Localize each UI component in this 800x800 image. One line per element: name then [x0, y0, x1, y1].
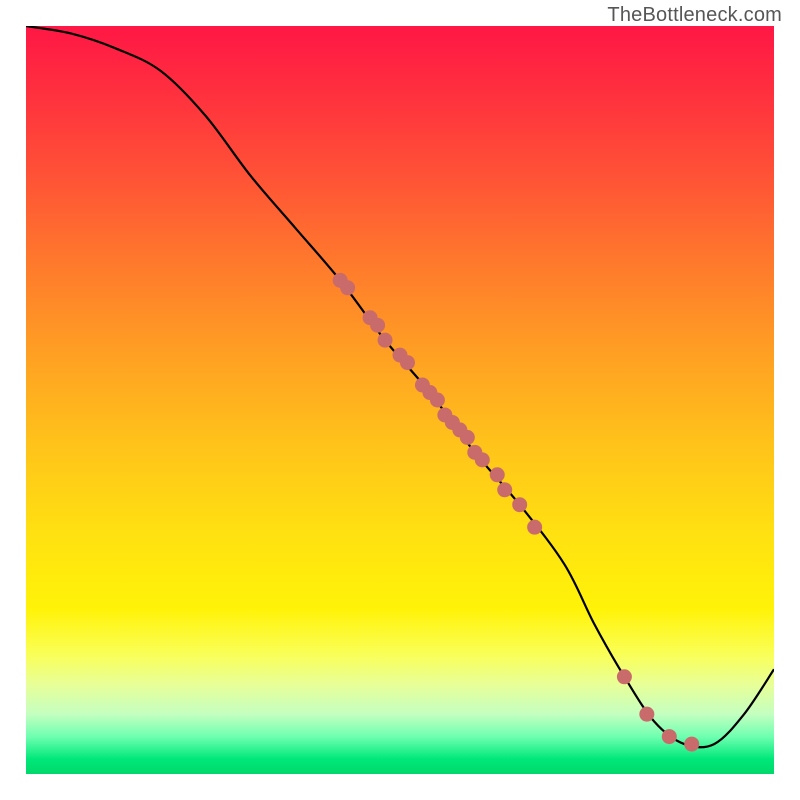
data-point-marker — [400, 355, 415, 370]
data-point-marker — [497, 482, 512, 497]
data-point-marker — [512, 497, 527, 512]
data-point-marker — [639, 707, 654, 722]
watermark-text: TheBottleneck.com — [607, 4, 782, 27]
data-point-marker — [370, 318, 385, 333]
marker-group — [333, 273, 700, 752]
data-point-marker — [617, 669, 632, 684]
data-point-marker — [340, 280, 355, 295]
data-point-marker — [378, 333, 393, 348]
chart-svg — [26, 26, 774, 774]
bottleneck-curve — [26, 26, 774, 747]
plot-area — [26, 26, 774, 774]
data-point-marker — [430, 393, 445, 408]
data-point-marker — [662, 729, 677, 744]
data-point-marker — [527, 520, 542, 535]
data-point-marker — [490, 467, 505, 482]
data-point-marker — [684, 737, 699, 752]
data-point-marker — [475, 452, 490, 467]
chart-canvas: TheBottleneck.com — [0, 0, 800, 800]
data-point-marker — [460, 430, 475, 445]
